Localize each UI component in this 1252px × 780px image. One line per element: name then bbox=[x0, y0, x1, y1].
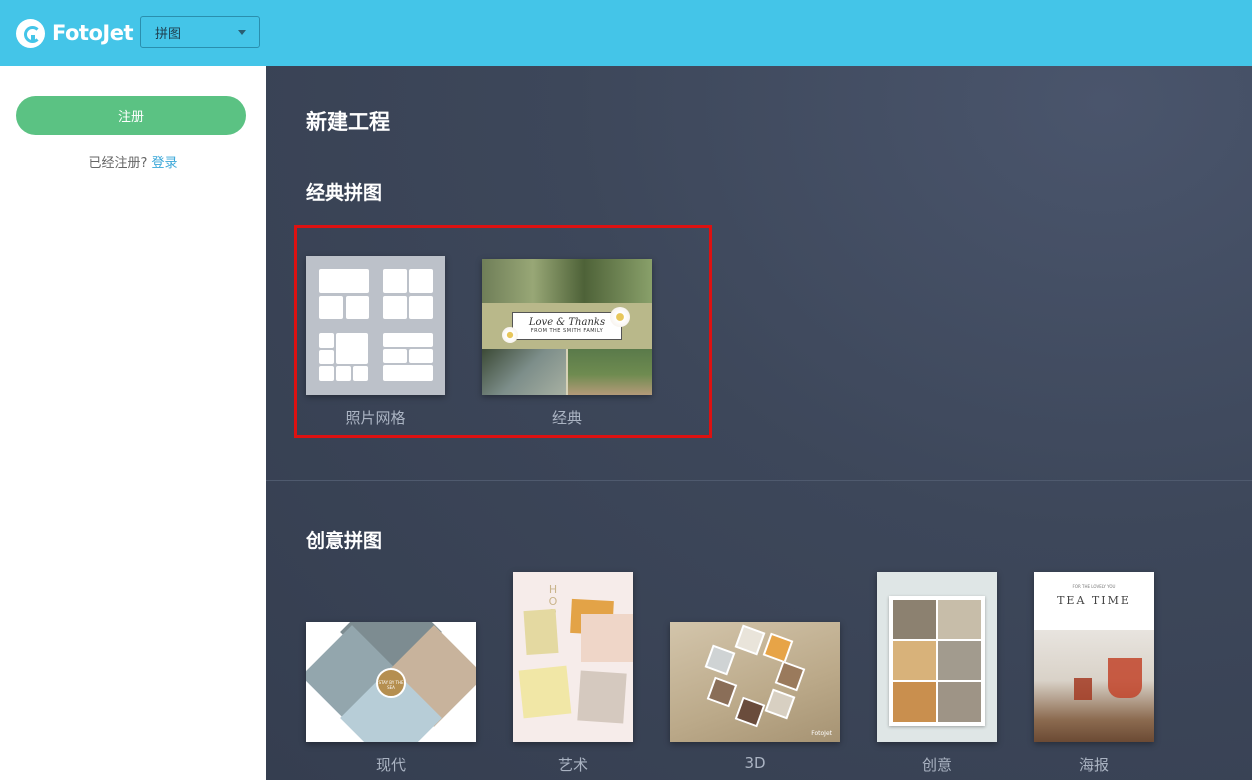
template-card-poster[interactable]: FOR THE LOVELY YOU TEA TIME 海报 bbox=[1034, 572, 1155, 780]
template-card-photo-grid[interactable]: 照片网格 bbox=[306, 256, 446, 431]
template-label: 经典 bbox=[551, 409, 582, 427]
login-link[interactable]: 登录 bbox=[152, 156, 178, 171]
sidebar: 注册 已经注册? 登录 bbox=[0, 66, 266, 780]
thumbnail-photo bbox=[518, 665, 572, 719]
grid-cell bbox=[383, 333, 433, 347]
thumbnail-cube bbox=[764, 688, 796, 720]
thumbnail-photo bbox=[581, 614, 633, 662]
template-label: 现代 bbox=[375, 756, 406, 774]
grid-cell bbox=[319, 269, 369, 293]
template-label: 艺术 bbox=[557, 756, 588, 774]
grid-cell bbox=[319, 333, 334, 348]
flower-icon bbox=[610, 307, 630, 327]
thumbnail-cube bbox=[762, 632, 794, 664]
grid-cell bbox=[336, 366, 351, 381]
logo-text: FotoJet bbox=[52, 21, 133, 45]
thumbnail-title: Love & Thanks bbox=[528, 317, 606, 328]
thumbnail-cube bbox=[734, 696, 766, 728]
template-label: 照片网格 bbox=[345, 409, 406, 427]
grid-cell bbox=[409, 296, 433, 319]
thumbnail-cube bbox=[704, 644, 736, 676]
thumbnail-subtitle: FOR THE LOVELY YOU bbox=[1072, 584, 1116, 589]
thumbnail-cup bbox=[1074, 678, 1092, 700]
thumbnail-photo bbox=[523, 608, 559, 656]
grid-cell bbox=[383, 365, 433, 381]
thumbnail-photo bbox=[938, 600, 981, 639]
classic-section-title: 经典拼图 bbox=[306, 182, 383, 204]
fotojet-logo-icon bbox=[16, 18, 45, 48]
grid-cell bbox=[409, 269, 433, 293]
thumbnail-watermark: FotoJet bbox=[811, 730, 832, 737]
thumbnail-photo bbox=[938, 682, 981, 722]
thumbnail-photo bbox=[577, 670, 627, 724]
thumbnail-cube bbox=[774, 660, 806, 692]
thumbnail-photo bbox=[482, 349, 566, 395]
modern-thumbnail: STAY BY THE SEA bbox=[306, 622, 476, 742]
template-card-art[interactable]: HOPE 艺术 bbox=[513, 572, 634, 780]
3d-thumbnail: FotoJet bbox=[670, 622, 840, 742]
thumbnail-subtitle: FROM THE SMITH FAMILY bbox=[530, 328, 604, 334]
template-card-classic[interactable]: Love & Thanks FROM THE SMITH FAMILY 经典 bbox=[482, 259, 653, 429]
section-divider bbox=[266, 480, 1252, 481]
page-title: 新建工程 bbox=[306, 110, 390, 134]
classic-thumbnail: Love & Thanks FROM THE SMITH FAMILY bbox=[482, 259, 652, 395]
creative-section-title: 创意拼图 bbox=[306, 530, 383, 552]
art-thumbnail: HOPE bbox=[513, 572, 633, 742]
grid-cell bbox=[383, 349, 407, 363]
poster-thumbnail: FOR THE LOVELY YOU TEA TIME bbox=[1034, 572, 1154, 742]
grid-cell bbox=[319, 350, 334, 364]
template-card-modern[interactable]: STAY BY THE SEA 现代 bbox=[306, 622, 476, 780]
thumbnail-title-card: Love & Thanks FROM THE SMITH FAMILY bbox=[512, 312, 622, 340]
top-bar: FotoJet 拼图 bbox=[0, 0, 1252, 66]
thumbnail-photo bbox=[568, 349, 652, 395]
template-label: 3D bbox=[744, 754, 766, 772]
grid-cell bbox=[346, 296, 369, 319]
thumbnail-photo bbox=[893, 641, 936, 680]
grid-cell bbox=[383, 269, 407, 293]
thumbnail-title: TEA TIME bbox=[1057, 594, 1131, 607]
grid-cell bbox=[319, 296, 343, 319]
thumbnail-photo bbox=[893, 682, 936, 722]
photo-grid-thumbnail bbox=[306, 256, 445, 395]
thumbnail-photo bbox=[482, 259, 652, 303]
creative-thumbnail bbox=[877, 572, 997, 742]
thumbnail-badge: STAY BY THE SEA bbox=[376, 668, 406, 698]
grid-cell bbox=[336, 333, 368, 364]
thumbnail-frame bbox=[889, 596, 985, 726]
login-prompt-line: 已经注册? 登录 bbox=[0, 152, 266, 171]
grid-cell bbox=[319, 366, 334, 381]
grid-cell bbox=[353, 366, 368, 381]
thumbnail-cube bbox=[734, 624, 766, 656]
login-prompt: 已经注册? bbox=[88, 156, 148, 171]
chevron-down-icon bbox=[238, 30, 246, 35]
grid-cell bbox=[409, 349, 433, 363]
flower-icon bbox=[502, 327, 518, 343]
mode-select-value: 拼图 bbox=[155, 26, 182, 42]
thumbnail-photo bbox=[893, 600, 936, 639]
mode-select[interactable]: 拼图 bbox=[140, 16, 260, 48]
template-card-3d[interactable]: FotoJet 3D bbox=[670, 622, 841, 780]
main-panel: 新建工程 经典拼图 照片网格 Love & Thanks FROM THE SM… bbox=[266, 66, 1252, 780]
template-label: 创意 bbox=[921, 756, 952, 774]
thumbnail-teapot bbox=[1108, 658, 1142, 698]
thumbnail-photo bbox=[938, 641, 981, 680]
template-label: 海报 bbox=[1078, 756, 1109, 774]
thumbnail-cube bbox=[706, 676, 738, 708]
logo[interactable]: FotoJet bbox=[16, 18, 133, 48]
register-button[interactable]: 注册 bbox=[16, 96, 246, 135]
template-card-creative[interactable]: 创意 bbox=[877, 572, 998, 780]
grid-cell bbox=[383, 296, 407, 319]
